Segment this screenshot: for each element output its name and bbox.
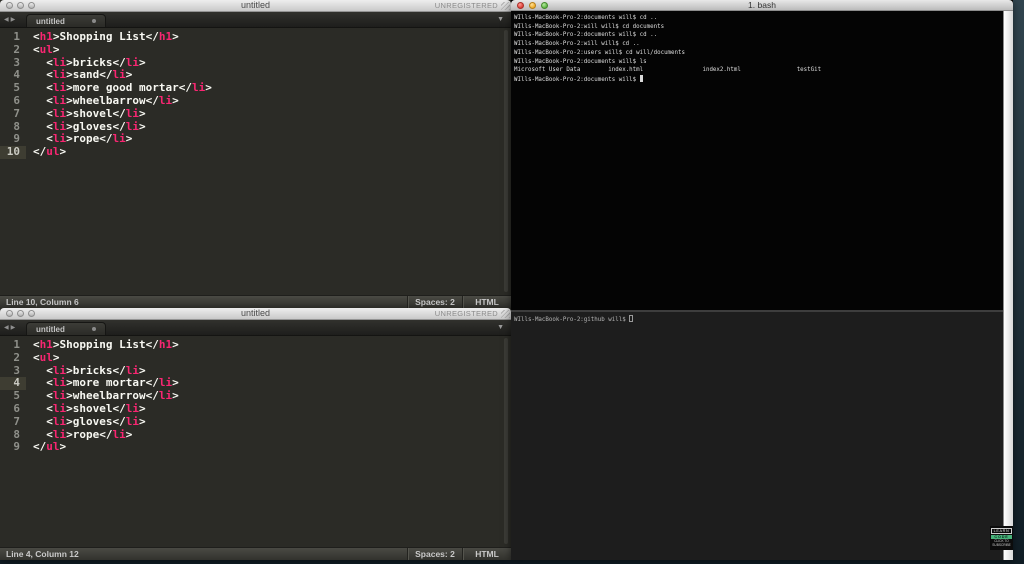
code-line: <li>shovel</li> [33,108,511,121]
editor-scrollbar[interactable] [504,30,508,292]
code-editor[interactable]: 12345678910 <h1>Shopping List</h1><ul> <… [0,28,511,295]
indent-setting[interactable]: Spaces: 2 [407,296,462,308]
unregistered-label: UNREGISTERED [435,308,498,319]
zoom-button[interactable] [28,310,35,317]
terminal-line: WIlls-MacBook-Pro-2:documents will$ cd .… [514,14,1003,23]
editor-window-bottom: untitled UNREGISTERED ◀▶ untitled ▼ 1234… [0,308,511,560]
title-bar[interactable]: untitled UNREGISTERED [0,0,511,12]
badge-subscribe-label: CLICK TO SUBSCRIBE [991,540,1012,547]
modified-dot-icon[interactable] [92,327,96,331]
title-bar[interactable]: untitled UNREGISTERED [0,308,511,320]
line-number[interactable]: 7 [0,416,26,429]
terminal-line: WIlls-MacBook-Pro-2:will will$ cd .. [514,40,1003,49]
resize-grip-icon[interactable] [501,310,510,318]
terminal-cursor [629,315,633,322]
code-line: <h1>Shopping List</h1> [33,339,511,352]
modified-dot-icon[interactable] [92,19,96,23]
terminal-cursor [640,75,644,82]
window-title: 1. bash [511,0,1013,10]
line-number[interactable]: 2 [0,44,26,57]
tab-bar: ◀▶ untitled ▼ [0,12,511,28]
code-line: </ul> [33,441,511,454]
terminal-line: WIlls-MacBook-Pro-2:documents will$ cd .… [514,31,1003,40]
code-line: <li>rope</li> [33,133,511,146]
code-content[interactable]: <h1>Shopping List</h1><ul> <li>bricks</l… [26,336,511,547]
terminal-line: Microsoft User Data index.html index2.ht… [514,66,1003,75]
learn-code-subscribe-badge[interactable]: LEARN CODE CLICK TO SUBSCRIBE [990,526,1013,550]
line-number[interactable]: 6 [0,403,26,416]
terminal-line: WIlls-MacBook-Pro-2:will will$ cd docume… [514,23,1003,32]
close-button[interactable] [6,310,13,317]
terminal-window: 1. bash WIlls-MacBook-Pro-2:documents wi… [511,0,1013,560]
line-number[interactable]: 7 [0,108,26,121]
terminal-pane-focused[interactable]: WIlls-MacBook-Pro-2:documents will$ cd .… [511,11,1003,310]
code-line: <li>shovel</li> [33,403,511,416]
unregistered-label: UNREGISTERED [435,0,498,11]
code-line: <li>wheelbarrow</li> [33,95,511,108]
tab-scroll-arrows-icon[interactable]: ◀▶ [4,324,17,331]
terminal-prompt: WIlls-MacBook-Pro-2:documents will$ [514,77,640,83]
line-number[interactable]: 1 [0,339,26,352]
line-number[interactable]: 2 [0,352,26,365]
syntax-setting[interactable]: HTML [462,296,511,308]
tab-scroll-arrows-icon[interactable]: ◀▶ [4,16,17,23]
badge-learn-label: LEARN [991,528,1012,535]
line-number-gutter[interactable]: 12345678910 [0,28,26,295]
tab-bar: ◀▶ untitled ▼ [0,320,511,336]
terminal-prompt: WIlls-MacBook-Pro-2:github will$ [514,317,629,323]
code-content[interactable]: <h1>Shopping List</h1><ul> <li>bricks</l… [26,28,511,295]
tab-untitled[interactable]: untitled [26,14,106,27]
indent-setting[interactable]: Spaces: 2 [407,548,462,560]
terminal-pane-unfocused[interactable]: WIlls-MacBook-Pro-2:github will$ [511,312,1003,560]
terminal-line: WIlls-MacBook-Pro-2:users will$ cd will/… [514,49,1003,58]
line-number[interactable]: 10 [0,146,26,159]
resize-grip-icon[interactable] [501,2,510,10]
caret-position-label: Line 10, Column 6 [0,296,407,308]
tab-label: untitled [36,325,65,334]
code-editor[interactable]: 123456789 <h1>Shopping List</h1><ul> <li… [0,336,511,547]
tab-overflow-chevron-icon[interactable]: ▼ [497,324,504,331]
close-button[interactable] [517,2,524,9]
code-line: <ul> [33,352,511,365]
minimize-button[interactable] [17,2,24,9]
zoom-button[interactable] [541,2,548,9]
editor-scrollbar[interactable] [504,338,508,544]
zoom-button[interactable] [28,2,35,9]
close-button[interactable] [6,2,13,9]
line-number-gutter[interactable]: 123456789 [0,336,26,547]
status-bar: Line 10, Column 6 Spaces: 2 HTML [0,295,511,308]
traffic-lights [6,2,35,9]
tab-overflow-chevron-icon[interactable]: ▼ [497,16,504,23]
caret-position-label: Line 4, Column 12 [0,548,407,560]
title-bar[interactable]: 1. bash [511,0,1013,11]
terminal-line: WIlls-MacBook-Pro-2:documents will$ ls [514,58,1003,67]
minimize-button[interactable] [17,310,24,317]
tab-label: untitled [36,17,65,26]
code-line: <li>rope</li> [33,429,511,442]
traffic-lights [6,310,35,317]
line-number[interactable]: 1 [0,31,26,44]
code-line: <h1>Shopping List</h1> [33,31,511,44]
terminal-prompt-line: WIlls-MacBook-Pro-2:github will$ [514,315,1003,325]
minimize-button[interactable] [529,2,536,9]
line-number[interactable]: 9 [0,441,26,454]
code-line: <ul> [33,44,511,57]
traffic-lights [517,2,548,9]
code-line: </ul> [33,146,511,159]
terminal-prompt-line: WIlls-MacBook-Pro-2:documents will$ [514,75,1003,85]
syntax-setting[interactable]: HTML [462,548,511,560]
status-bar: Line 4, Column 12 Spaces: 2 HTML [0,547,511,560]
editor-window-top: untitled UNREGISTERED ◀▶ untitled ▼ 1234… [0,0,511,308]
line-number[interactable]: 6 [0,95,26,108]
tab-untitled[interactable]: untitled [26,322,106,335]
terminal-scrollbar[interactable] [1003,11,1013,560]
badge-subscribe: SUBSCRIBE [991,544,1012,548]
